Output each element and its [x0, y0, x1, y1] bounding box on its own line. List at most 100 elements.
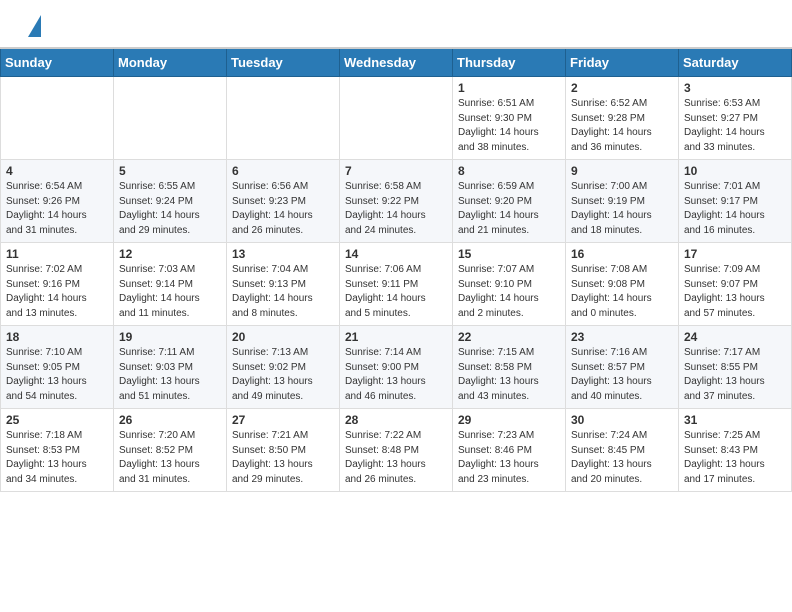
day-info: Sunrise: 6:59 AM Sunset: 9:20 PM Dayligh… [458, 180, 560, 238]
calendar-cell: 1 Sunrise: 6:51 AM Sunset: 9:30 PM Daylig… [453, 77, 566, 160]
calendar-day-header: Saturday [679, 48, 792, 77]
day-info: Sunrise: 7:24 AM Sunset: 8:45 PM Dayligh… [571, 429, 673, 487]
day-info: Sunrise: 7:01 AM Sunset: 9:17 PM Dayligh… [684, 180, 786, 238]
day-info: Sunrise: 6:58 AM Sunset: 9:22 PM Dayligh… [345, 180, 447, 238]
day-info: Sunrise: 7:06 AM Sunset: 9:11 PM Dayligh… [345, 263, 447, 321]
day-number: 5 [119, 164, 221, 178]
day-number: 3 [684, 81, 786, 95]
day-number: 20 [232, 330, 334, 344]
calendar-cell: 20 Sunrise: 7:13 AM Sunset: 9:02 PM Dayli… [227, 326, 340, 409]
calendar-table: SundayMondayTuesdayWednesdayThursdayFrid… [0, 47, 792, 492]
calendar-cell [340, 77, 453, 160]
day-number: 17 [684, 247, 786, 261]
day-number: 4 [6, 164, 108, 178]
calendar-cell: 21 Sunrise: 7:14 AM Sunset: 9:00 PM Dayli… [340, 326, 453, 409]
day-number: 9 [571, 164, 673, 178]
day-info: Sunrise: 6:53 AM Sunset: 9:27 PM Dayligh… [684, 97, 786, 155]
day-number: 2 [571, 81, 673, 95]
calendar-cell: 18Sunrise: 7:10 AM Sunset: 9:05 PM Dayli… [1, 326, 114, 409]
day-number: 11 [6, 247, 108, 261]
day-info: Sunrise: 7:25 AM Sunset: 8:43 PM Dayligh… [684, 429, 786, 487]
day-number: 29 [458, 413, 560, 427]
day-number: 15 [458, 247, 560, 261]
calendar-cell: 30 Sunrise: 7:24 AM Sunset: 8:45 PM Dayli… [566, 409, 679, 492]
day-info: Sunrise: 7:14 AM Sunset: 9:00 PM Dayligh… [345, 346, 447, 404]
calendar-day-header: Tuesday [227, 48, 340, 77]
calendar-day-header: Monday [114, 48, 227, 77]
calendar-day-header: Sunday [1, 48, 114, 77]
day-info: Sunrise: 7:00 AM Sunset: 9:19 PM Dayligh… [571, 180, 673, 238]
calendar-cell: 15 Sunrise: 7:07 AM Sunset: 9:10 PM Dayli… [453, 243, 566, 326]
day-number: 13 [232, 247, 334, 261]
day-number: 30 [571, 413, 673, 427]
day-number: 6 [232, 164, 334, 178]
day-number: 12 [119, 247, 221, 261]
calendar-week-row: 11Sunrise: 7:02 AM Sunset: 9:16 PM Dayli… [1, 243, 792, 326]
calendar-cell: 16 Sunrise: 7:08 AM Sunset: 9:08 PM Dayli… [566, 243, 679, 326]
calendar-week-row: 1 Sunrise: 6:51 AM Sunset: 9:30 PM Daylig… [1, 77, 792, 160]
calendar-cell [1, 77, 114, 160]
calendar-cell: 28 Sunrise: 7:22 AM Sunset: 8:48 PM Dayli… [340, 409, 453, 492]
day-number: 27 [232, 413, 334, 427]
calendar-cell: 27 Sunrise: 7:21 AM Sunset: 8:50 PM Dayli… [227, 409, 340, 492]
calendar-cell: 9 Sunrise: 7:00 AM Sunset: 9:19 PM Daylig… [566, 160, 679, 243]
day-info: Sunrise: 7:20 AM Sunset: 8:52 PM Dayligh… [119, 429, 221, 487]
day-info: Sunrise: 7:10 AM Sunset: 9:05 PM Dayligh… [6, 346, 108, 404]
calendar-cell: 31Sunrise: 7:25 AM Sunset: 8:43 PM Dayli… [679, 409, 792, 492]
calendar-day-header: Friday [566, 48, 679, 77]
day-number: 23 [571, 330, 673, 344]
calendar-day-header: Wednesday [340, 48, 453, 77]
day-number: 28 [345, 413, 447, 427]
day-number: 7 [345, 164, 447, 178]
calendar-cell: 12Sunrise: 7:03 AM Sunset: 9:14 PM Dayli… [114, 243, 227, 326]
day-number: 10 [684, 164, 786, 178]
day-number: 8 [458, 164, 560, 178]
day-info: Sunrise: 6:54 AM Sunset: 9:26 PM Dayligh… [6, 180, 108, 238]
calendar-week-row: 4 Sunrise: 6:54 AM Sunset: 9:26 PM Daylig… [1, 160, 792, 243]
calendar-cell [227, 77, 340, 160]
calendar-cell: 13 Sunrise: 7:04 AM Sunset: 9:13 PM Dayli… [227, 243, 340, 326]
day-info: Sunrise: 7:23 AM Sunset: 8:46 PM Dayligh… [458, 429, 560, 487]
day-info: Sunrise: 6:55 AM Sunset: 9:24 PM Dayligh… [119, 180, 221, 238]
day-number: 22 [458, 330, 560, 344]
logo [24, 18, 41, 37]
calendar-cell: 6 Sunrise: 6:56 AM Sunset: 9:23 PM Daylig… [227, 160, 340, 243]
calendar-cell: 7 Sunrise: 6:58 AM Sunset: 9:22 PM Daylig… [340, 160, 453, 243]
calendar-cell: 2 Sunrise: 6:52 AM Sunset: 9:28 PM Daylig… [566, 77, 679, 160]
day-number: 14 [345, 247, 447, 261]
calendar-week-row: 25Sunrise: 7:18 AM Sunset: 8:53 PM Dayli… [1, 409, 792, 492]
day-info: Sunrise: 7:15 AM Sunset: 8:58 PM Dayligh… [458, 346, 560, 404]
calendar-cell: 19Sunrise: 7:11 AM Sunset: 9:03 PM Dayli… [114, 326, 227, 409]
calendar-cell: 14 Sunrise: 7:06 AM Sunset: 9:11 PM Dayli… [340, 243, 453, 326]
day-info: Sunrise: 7:04 AM Sunset: 9:13 PM Dayligh… [232, 263, 334, 321]
calendar-day-header: Thursday [453, 48, 566, 77]
day-info: Sunrise: 7:18 AM Sunset: 8:53 PM Dayligh… [6, 429, 108, 487]
day-info: Sunrise: 6:56 AM Sunset: 9:23 PM Dayligh… [232, 180, 334, 238]
day-number: 16 [571, 247, 673, 261]
calendar-cell: 10 Sunrise: 7:01 AM Sunset: 9:17 PM Dayli… [679, 160, 792, 243]
day-info: Sunrise: 7:21 AM Sunset: 8:50 PM Dayligh… [232, 429, 334, 487]
day-info: Sunrise: 7:09 AM Sunset: 9:07 PM Dayligh… [684, 263, 786, 321]
day-number: 21 [345, 330, 447, 344]
page-header [0, 0, 792, 47]
calendar-cell: 29 Sunrise: 7:23 AM Sunset: 8:46 PM Dayli… [453, 409, 566, 492]
day-info: Sunrise: 7:22 AM Sunset: 8:48 PM Dayligh… [345, 429, 447, 487]
calendar-cell [114, 77, 227, 160]
day-number: 19 [119, 330, 221, 344]
calendar-cell: 4 Sunrise: 6:54 AM Sunset: 9:26 PM Daylig… [1, 160, 114, 243]
calendar-cell: 26Sunrise: 7:20 AM Sunset: 8:52 PM Dayli… [114, 409, 227, 492]
calendar-cell: 8 Sunrise: 6:59 AM Sunset: 9:20 PM Daylig… [453, 160, 566, 243]
day-number: 1 [458, 81, 560, 95]
calendar-cell: 22 Sunrise: 7:15 AM Sunset: 8:58 PM Dayli… [453, 326, 566, 409]
day-number: 24 [684, 330, 786, 344]
day-info: Sunrise: 7:17 AM Sunset: 8:55 PM Dayligh… [684, 346, 786, 404]
day-info: Sunrise: 7:07 AM Sunset: 9:10 PM Dayligh… [458, 263, 560, 321]
day-info: Sunrise: 6:51 AM Sunset: 9:30 PM Dayligh… [458, 97, 560, 155]
day-info: Sunrise: 7:08 AM Sunset: 9:08 PM Dayligh… [571, 263, 673, 321]
calendar-cell: 24 Sunrise: 7:17 AM Sunset: 8:55 PM Dayli… [679, 326, 792, 409]
day-info: Sunrise: 6:52 AM Sunset: 9:28 PM Dayligh… [571, 97, 673, 155]
day-info: Sunrise: 7:16 AM Sunset: 8:57 PM Dayligh… [571, 346, 673, 404]
calendar-cell: 25Sunrise: 7:18 AM Sunset: 8:53 PM Dayli… [1, 409, 114, 492]
calendar-cell: 3 Sunrise: 6:53 AM Sunset: 9:27 PM Daylig… [679, 77, 792, 160]
day-info: Sunrise: 7:13 AM Sunset: 9:02 PM Dayligh… [232, 346, 334, 404]
